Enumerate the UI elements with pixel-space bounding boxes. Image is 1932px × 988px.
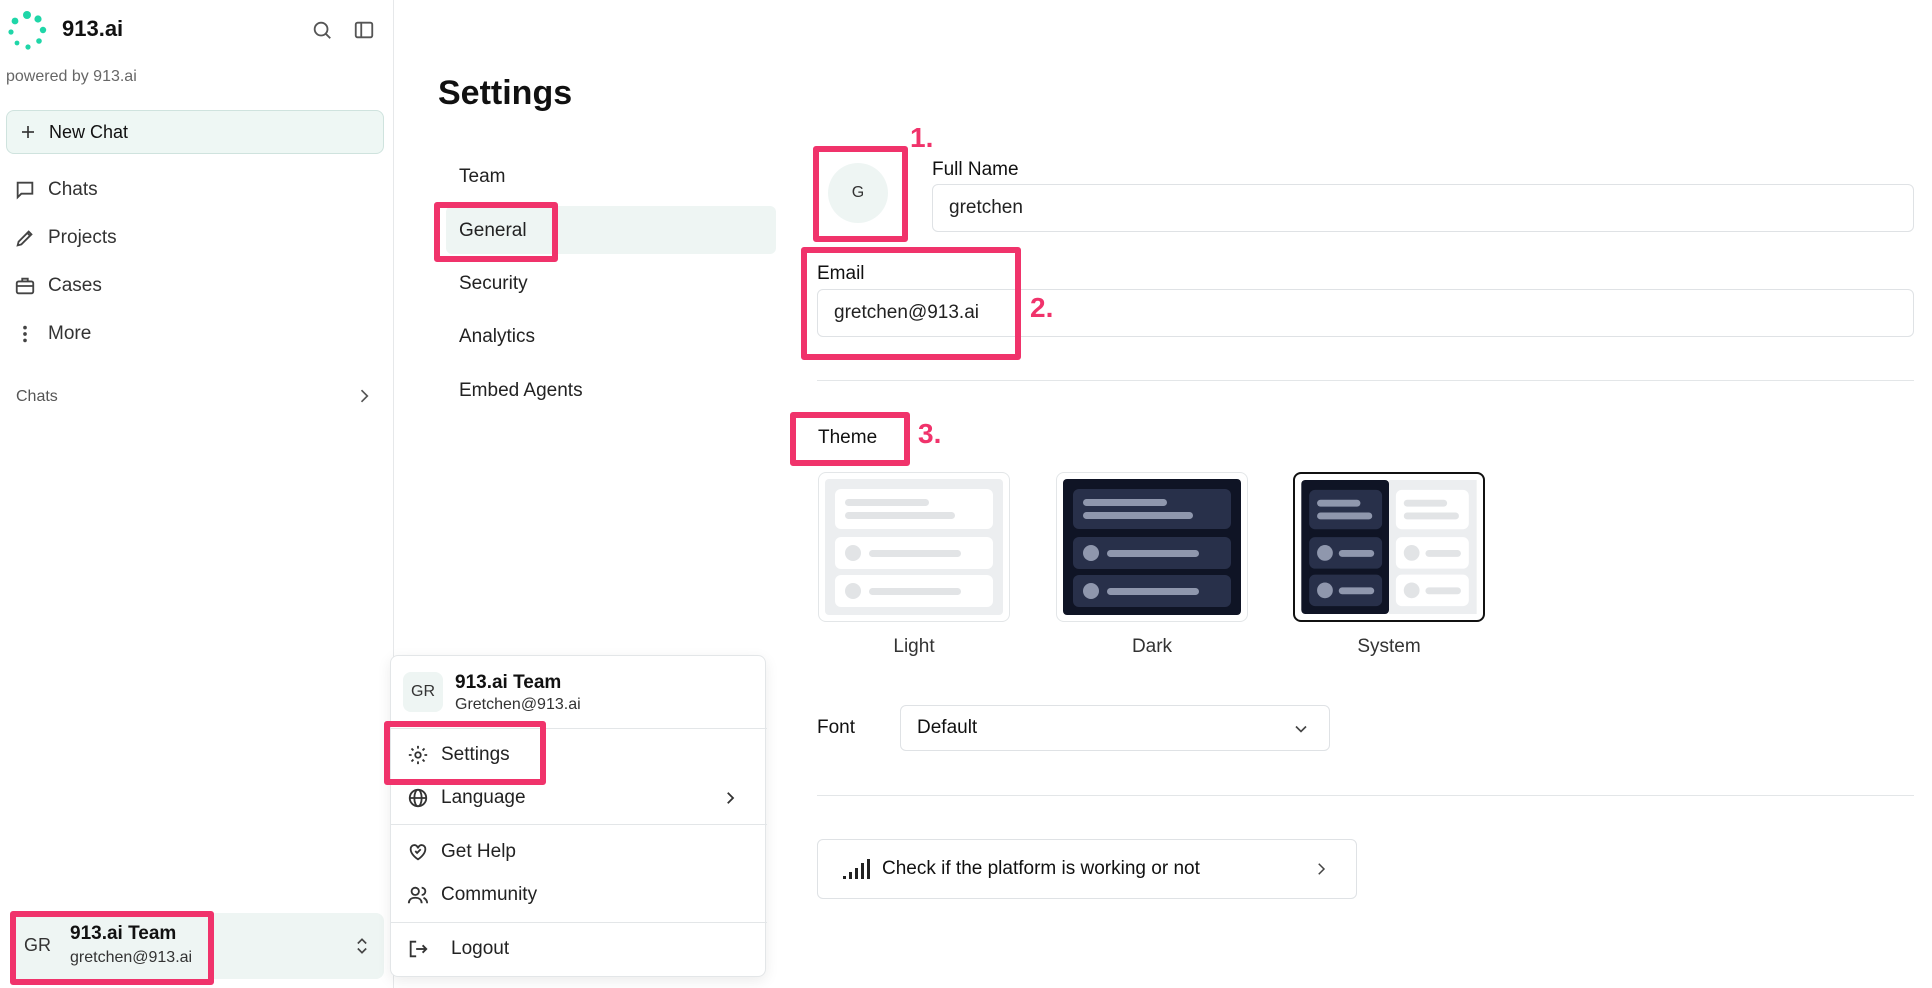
logout-icon bbox=[409, 940, 428, 958]
theme-option-dark[interactable] bbox=[1056, 472, 1248, 622]
search-icon[interactable] bbox=[308, 16, 336, 44]
menu-account-email: Gretchen@913.ai bbox=[455, 696, 581, 713]
new-chat-label: New Chat bbox=[49, 121, 129, 142]
logo-icon bbox=[8, 11, 47, 50]
more-vertical-icon bbox=[23, 325, 27, 343]
highlight-email bbox=[801, 247, 1021, 360]
sidebar-item-chats[interactable]: Chats bbox=[14, 172, 98, 208]
powered-by-label: powered by 913.ai bbox=[6, 68, 137, 85]
highlight-account bbox=[10, 911, 214, 985]
tab-security[interactable]: Security bbox=[459, 273, 528, 295]
tab-embed-agents[interactable]: Embed Agents bbox=[459, 380, 583, 402]
font-label: Font bbox=[817, 717, 856, 738]
menu-item-community[interactable]: Community bbox=[407, 880, 537, 910]
font-select[interactable]: Default bbox=[900, 705, 1330, 751]
chevron-updown-icon bbox=[357, 938, 367, 954]
sidebar-toggle-icon[interactable] bbox=[350, 16, 378, 44]
menu-item-label: Language bbox=[441, 787, 526, 808]
menu-item-get-help[interactable]: Get Help bbox=[407, 837, 516, 867]
tab-team[interactable]: Team bbox=[459, 166, 505, 188]
menu-avatar: GR bbox=[403, 672, 443, 712]
sidebar-item-projects[interactable]: Projects bbox=[14, 220, 117, 256]
menu-item-label: Community bbox=[441, 884, 538, 905]
highlight-theme bbox=[790, 412, 910, 466]
platform-status-link[interactable]: Check if the platform is working or not bbox=[817, 839, 1357, 899]
menu-item-logout[interactable]: Logout bbox=[407, 934, 509, 964]
full-name-label: Full Name bbox=[932, 159, 1019, 180]
pen-icon bbox=[16, 230, 33, 247]
menu-item-label: Get Help bbox=[441, 841, 516, 862]
menu-divider bbox=[391, 824, 767, 825]
annotation-number-1: 1. bbox=[910, 122, 934, 153]
font-select-value: Default bbox=[917, 717, 978, 738]
theme-option-system[interactable] bbox=[1293, 472, 1485, 622]
highlight-general-tab bbox=[434, 202, 558, 262]
menu-divider bbox=[391, 922, 767, 923]
tab-analytics[interactable]: Analytics bbox=[459, 326, 535, 348]
sidebar-item-cases[interactable]: Cases bbox=[14, 268, 102, 304]
highlight-avatar bbox=[813, 146, 908, 242]
highlight-settings-item bbox=[384, 721, 546, 785]
briefcase-icon bbox=[15, 277, 35, 295]
brand-name: 913.ai bbox=[62, 16, 124, 41]
chats-section-label: Chats bbox=[16, 388, 58, 405]
menu-account-name: 913.ai Team bbox=[455, 672, 562, 693]
sidebar-item-more[interactable]: More bbox=[14, 316, 91, 352]
system-theme-preview bbox=[1301, 480, 1477, 614]
chevron-right-icon[interactable] bbox=[354, 386, 374, 406]
globe-icon bbox=[408, 788, 428, 808]
sidebar-item-label: Cases bbox=[48, 275, 102, 296]
annotation-number-2: 2. bbox=[1030, 292, 1054, 323]
chevron-right-icon bbox=[1318, 863, 1326, 875]
chevron-down-icon bbox=[1295, 725, 1307, 733]
plus-icon bbox=[22, 126, 34, 138]
light-theme-preview bbox=[825, 479, 1003, 615]
heart-handshake-icon bbox=[409, 844, 427, 861]
page-title: Settings bbox=[438, 74, 573, 112]
divider bbox=[817, 380, 1914, 381]
theme-label-light: Light bbox=[893, 636, 935, 657]
menu-item-language[interactable]: Language bbox=[407, 783, 751, 813]
signal-icon bbox=[843, 859, 870, 879]
theme-label-dark: Dark bbox=[1131, 636, 1173, 657]
sidebar-item-label: Projects bbox=[48, 227, 117, 248]
sidebar-item-label: Chats bbox=[48, 179, 98, 200]
account-menu: GR 913.ai Team Gretchen@913.ai Settings … bbox=[390, 655, 767, 977]
message-icon bbox=[16, 181, 34, 200]
theme-option-light[interactable] bbox=[818, 472, 1010, 622]
platform-status-text: Check if the platform is working or not bbox=[882, 858, 1200, 879]
annotation-number-3: 3. bbox=[918, 418, 942, 449]
users-icon bbox=[407, 886, 429, 904]
full-name-field[interactable]: gretchen bbox=[932, 184, 1914, 232]
theme-label-system: System bbox=[1357, 636, 1421, 657]
sidebar: 913.ai powered by 913.ai New Chat Chats … bbox=[0, 0, 394, 988]
sidebar-item-label: More bbox=[48, 323, 92, 344]
chevron-right-icon bbox=[727, 792, 735, 804]
menu-item-label: Logout bbox=[451, 938, 510, 959]
divider bbox=[817, 795, 1914, 796]
dark-theme-preview bbox=[1063, 479, 1241, 615]
new-chat-button[interactable]: New Chat bbox=[6, 110, 384, 154]
